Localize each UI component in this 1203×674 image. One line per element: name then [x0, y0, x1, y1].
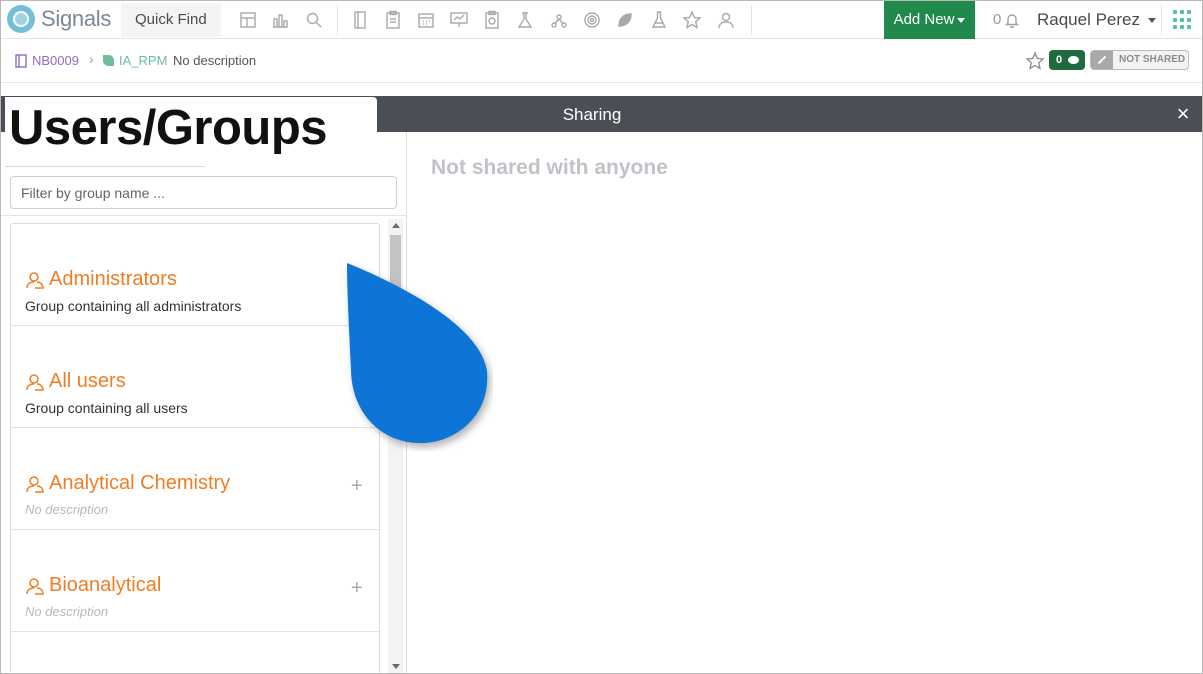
group-name: Analytical Chemistry	[49, 472, 231, 494]
breadcrumb-experiment-label: IA_RPM	[119, 53, 168, 68]
user-name: Raquel Perez	[1037, 10, 1141, 29]
search-icon[interactable]	[304, 10, 324, 30]
group-title: Bioanalytical	[25, 574, 161, 597]
dashboard-icon[interactable]	[238, 10, 258, 30]
calendar-icon[interactable]	[416, 10, 436, 30]
notebook-icon[interactable]	[350, 10, 370, 30]
favorite-star-icon[interactable]	[1025, 51, 1045, 71]
instrument-icon[interactable]	[515, 10, 535, 30]
notifications-button[interactable]: 0	[993, 11, 1020, 28]
experiment-description: No description	[173, 53, 257, 68]
comments-badge[interactable]: 0	[1049, 50, 1085, 70]
add-new-button[interactable]: Add New	[884, 1, 975, 39]
app-window: Signals Quick Find Add New 0 Raquel Pere…	[0, 0, 1203, 674]
group-filter-input[interactable]	[10, 176, 397, 209]
group-name: Bioanalytical	[49, 574, 162, 596]
add-group-button[interactable]: +	[351, 476, 363, 496]
group-description: Group containing all users	[25, 400, 188, 416]
group-icon	[26, 475, 44, 493]
list-item-bioanalytical[interactable]: Bioanalytical No description +	[11, 530, 379, 632]
chevron-down-icon	[1147, 18, 1156, 24]
add-group-button[interactable]: +	[351, 578, 363, 598]
experiment-leaf-icon[interactable]	[615, 10, 635, 30]
bell-icon	[1005, 13, 1020, 28]
list-item-all-users[interactable]: All users Group containing all users	[11, 326, 379, 428]
users-icon[interactable]	[716, 10, 736, 30]
molecule-icon[interactable]	[549, 10, 569, 30]
group-icon	[26, 373, 44, 391]
scroll-down-arrow-icon[interactable]	[392, 664, 400, 669]
group-name: All users	[49, 370, 126, 392]
add-new-label: Add New	[893, 11, 955, 28]
group-name: Administrators	[49, 268, 177, 290]
experiment-leaf-icon	[103, 55, 114, 66]
group-title: Analytical Chemistry	[25, 472, 230, 495]
users-groups-tab-label: Users/Groups	[9, 101, 328, 155]
pointer-drop-icon	[347, 263, 488, 444]
group-title: All users	[25, 370, 126, 393]
chevron-right-icon: ›	[89, 51, 94, 67]
pencil-icon	[1091, 51, 1113, 69]
breadcrumb-notebook-link[interactable]: NB0009	[15, 53, 79, 68]
list-item-analytical-chemistry[interactable]: Analytical Chemistry No description +	[11, 428, 379, 530]
star-icon[interactable]	[682, 10, 702, 30]
request-icon[interactable]	[482, 10, 502, 30]
share-status-label: NOT SHARED	[1119, 54, 1186, 65]
close-icon[interactable]: ×	[1173, 102, 1193, 126]
group-icon	[26, 577, 44, 595]
share-status-button[interactable]: NOT SHARED	[1090, 50, 1189, 70]
quick-find-button[interactable]: Quick Find	[121, 3, 221, 37]
nav-divider	[337, 5, 338, 35]
group-title: Administrators	[25, 268, 177, 291]
notebook-icon	[15, 53, 27, 68]
breadcrumb-experiment-link[interactable]: IA_RPM	[103, 53, 167, 68]
tab-underline	[5, 166, 205, 167]
group-description: No description	[25, 502, 109, 517]
group-description: No description	[25, 604, 109, 619]
comments-count: 0	[1056, 54, 1063, 66]
flask-icon[interactable]	[649, 10, 669, 30]
target-icon[interactable]	[582, 10, 602, 30]
clipboard-icon[interactable]	[383, 10, 403, 30]
bar-chart-icon[interactable]	[270, 10, 290, 30]
scroll-up-arrow-icon[interactable]	[392, 223, 400, 228]
group-list[interactable]: Administrators Group containing all admi…	[10, 223, 380, 673]
top-navigation: Signals Quick Find Add New 0 Raquel Pere…	[1, 1, 1202, 39]
notifications-count: 0	[993, 11, 1002, 28]
comment-bubble-icon	[1068, 56, 1079, 64]
signals-logo-icon	[7, 5, 35, 33]
signals-logo[interactable]: Signals	[7, 4, 111, 34]
nav-divider	[751, 5, 752, 35]
group-description: Group containing all administrators	[25, 298, 242, 314]
group-icon	[26, 271, 44, 289]
presentation-icon[interactable]	[449, 10, 469, 30]
empty-share-message: Not shared with anyone	[431, 156, 668, 179]
chevron-down-icon	[957, 17, 966, 23]
app-name: Signals	[41, 6, 112, 31]
breadcrumb-notebook-label: NB0009	[32, 53, 79, 68]
shared-with-panel: Not shared with anyone	[408, 132, 1202, 673]
list-item-administrators[interactable]: Administrators Group containing all admi…	[11, 224, 379, 326]
apps-grid-icon[interactable]	[1173, 10, 1193, 30]
nav-divider	[1161, 5, 1162, 35]
user-menu[interactable]: Raquel Perez	[1037, 10, 1156, 30]
